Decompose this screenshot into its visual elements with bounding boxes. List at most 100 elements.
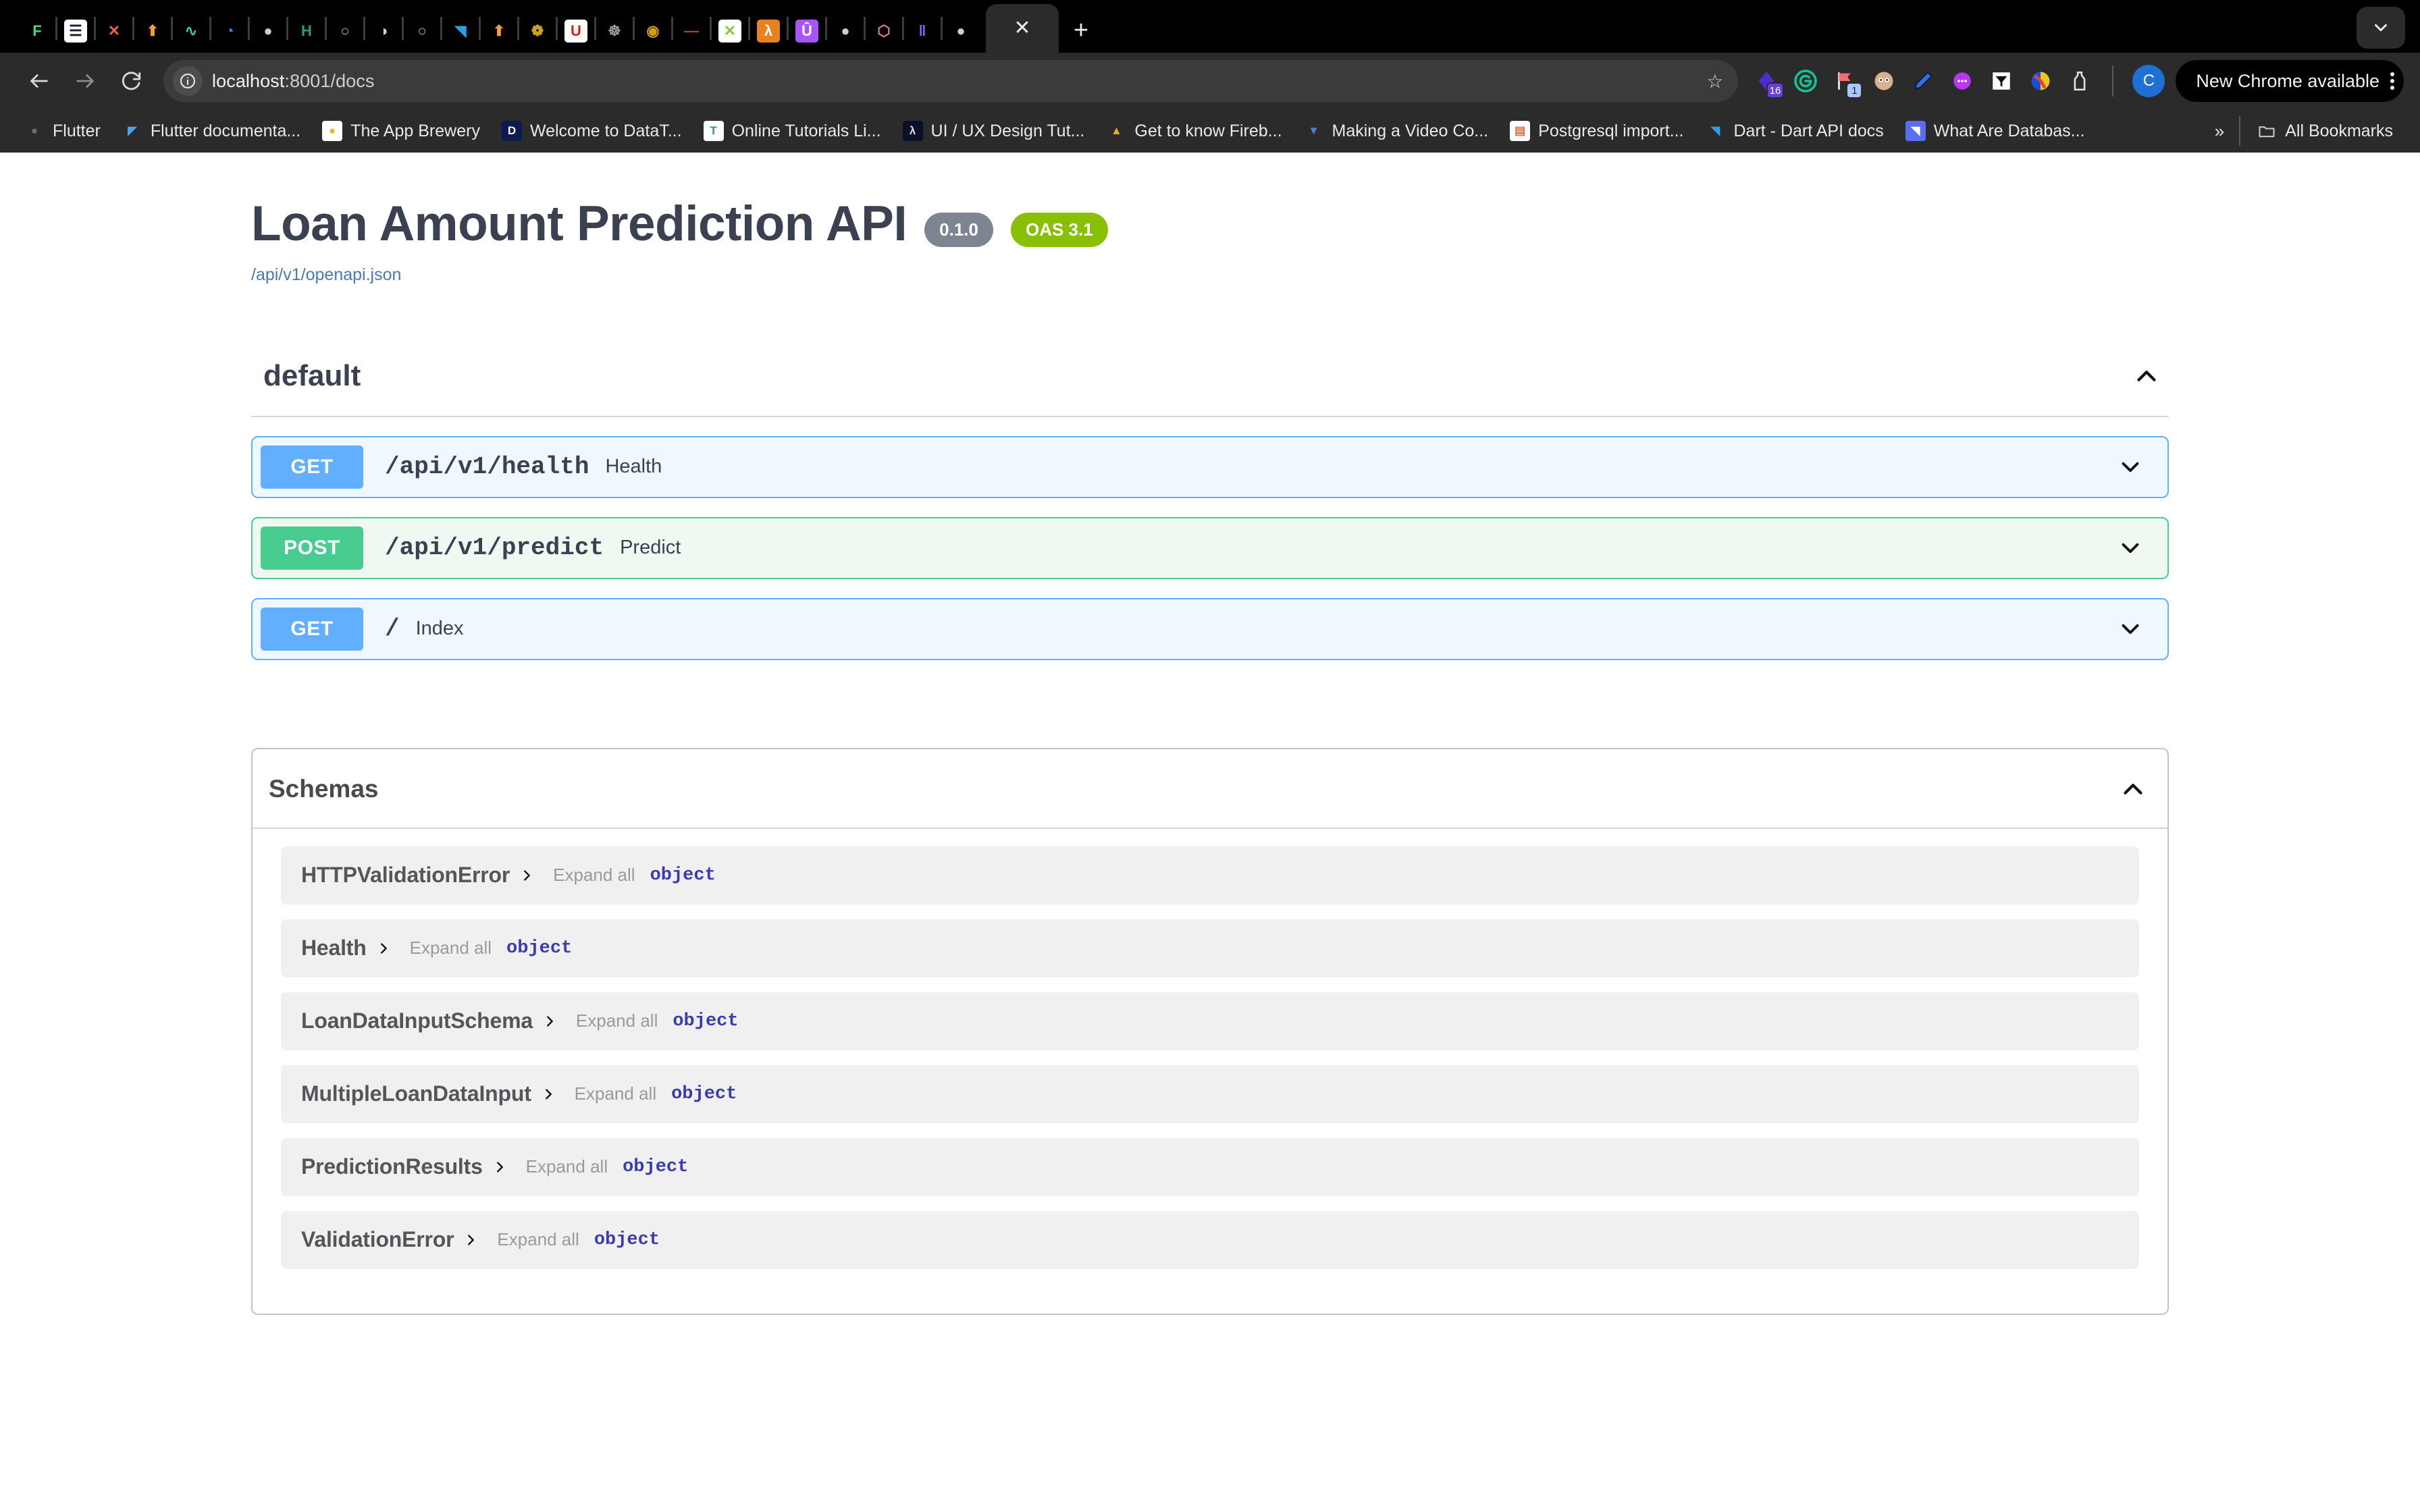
- tab-generic-tab-3[interactable]: ○: [404, 9, 440, 53]
- tag-header[interactable]: default: [251, 359, 2169, 417]
- tab-udi-tab[interactable]: U: [558, 9, 594, 53]
- avatar-extension-icon[interactable]: [1870, 68, 1897, 94]
- tab-emblem-tab[interactable]: ❁: [519, 9, 556, 53]
- purple-u-tab-favicon-icon: Û: [795, 20, 818, 43]
- schema-expand-arrow[interactable]: [541, 1085, 556, 1104]
- tab-github-tab-3[interactable]: ●: [943, 9, 979, 53]
- extension-magenta-icon[interactable]: [1949, 68, 1976, 94]
- schema-row[interactable]: ValidationError Expand all object: [281, 1210, 2139, 1269]
- extension-red-icon[interactable]: 1: [1831, 68, 1863, 99]
- bookmark-item[interactable]: T Online Tutorials Li...: [693, 115, 892, 147]
- bookmark-item[interactable]: ● Flutter: [14, 115, 111, 147]
- cube-tab-favicon-icon: ⬡: [872, 20, 895, 43]
- bookmark-item[interactable]: λ UI / UX Design Tut...: [892, 115, 1096, 147]
- tab-x-tab[interactable]: ✕: [96, 9, 132, 53]
- folder-glyph: [2259, 126, 2275, 138]
- all-bookmarks-button[interactable]: All Bookmarks: [2246, 115, 2404, 147]
- operation-row-get-index[interactable]: GET / Index: [251, 597, 2169, 660]
- tab-red-text-tab[interactable]: —: [673, 9, 710, 53]
- tab-purple-u-tab[interactable]: Û: [789, 9, 825, 53]
- schema-expand-all-link[interactable]: Expand all: [575, 1083, 656, 1104]
- tab-cube-tab[interactable]: ⬡: [866, 9, 902, 53]
- bookmark-item[interactable]: ◥ What Are Databas...: [1895, 115, 2096, 147]
- bookmark-star-icon[interactable]: ☆: [1706, 70, 1723, 92]
- schema-row[interactable]: LoanDataInputSchema Expand all object: [281, 992, 2139, 1050]
- extension-purple-icon[interactable]: 16: [1753, 68, 1785, 99]
- tab-blue-shape-tab[interactable]: ◥: [442, 9, 479, 53]
- schema-expand-arrow[interactable]: [463, 1231, 478, 1249]
- profile-avatar[interactable]: C: [2132, 65, 2165, 97]
- chrome-menu-icon[interactable]: [2390, 72, 2394, 90]
- address-bar[interactable]: localhost:8001/docs ☆: [163, 60, 1739, 102]
- operation-expand-button[interactable]: [2116, 615, 2145, 643]
- emblem-tab-favicon-icon: ❁: [526, 20, 549, 43]
- tab-github-tab[interactable]: ●: [250, 9, 286, 53]
- folder-icon: [2257, 121, 2277, 141]
- schema-expand-arrow[interactable]: [542, 1012, 557, 1031]
- update-chrome-button[interactable]: New Chrome available: [2176, 60, 2404, 102]
- docs-tab-favicon-icon: ☰: [64, 20, 87, 43]
- bookmark-list: ● Flutter ◤ Flutter documenta... ● The App Br…: [14, 115, 2096, 147]
- tab-generic-tab-1[interactable]: ○: [327, 9, 363, 53]
- tab-google-cloud-tab[interactable]: ◔: [211, 9, 248, 53]
- new-tab-button[interactable]: +: [1059, 8, 1103, 53]
- bookmark-item[interactable]: ▤ Postgresql import...: [1499, 115, 1694, 147]
- schema-expand-arrow[interactable]: [492, 1158, 507, 1177]
- extension-colorful-icon[interactable]: [2027, 68, 2054, 94]
- schema-expand-all-link[interactable]: Expand all: [497, 1229, 579, 1250]
- bookmark-item[interactable]: D Welcome to DataT...: [491, 115, 693, 147]
- schema-expand-all-link[interactable]: Expand all: [576, 1010, 658, 1031]
- bookmarks-overflow-button[interactable]: »: [2205, 121, 2234, 142]
- tab-code-tab[interactable]: ‖: [904, 9, 941, 53]
- tab-hi-tab[interactable]: H: [288, 9, 325, 53]
- tab-docs-tab[interactable]: ☰: [57, 9, 94, 53]
- schemas-collapse-button[interactable]: [2118, 774, 2149, 805]
- schema-expand-arrow[interactable]: [519, 866, 534, 885]
- schema-expand-all-link[interactable]: Expand all: [553, 865, 635, 886]
- schema-expand-arrow[interactable]: [376, 939, 391, 958]
- grammarly-icon[interactable]: [1792, 68, 1819, 94]
- tab-seal-tab[interactable]: ☸: [596, 9, 633, 53]
- tab-gold-seal-tab[interactable]: ◉: [635, 9, 671, 53]
- schema-row[interactable]: PredictionResults Expand all object: [281, 1137, 2139, 1196]
- tab-generic-tab-2[interactable]: ◑: [365, 9, 402, 53]
- extension-pen-icon[interactable]: [1910, 68, 1937, 94]
- operation-row-post-predict[interactable]: POST/api/v1/predict Predict: [251, 516, 2169, 579]
- operation-expand-button[interactable]: [2116, 534, 2145, 562]
- tag-section-default: default GET/api/v1/health Health POST/api/…: [251, 359, 2169, 660]
- bookmark-item[interactable]: ▼ Making a Video Co...: [1293, 115, 1500, 147]
- schema-row[interactable]: Health Expand all object: [281, 919, 2139, 977]
- back-button[interactable]: [16, 58, 62, 104]
- schema-row[interactable]: MultipleLoanDataInput Expand all object: [281, 1064, 2139, 1123]
- reload-button[interactable]: [108, 58, 154, 104]
- operation-expand-button[interactable]: [2116, 453, 2145, 481]
- bookmark-item[interactable]: ▲ Get to know Fireb...: [1095, 115, 1292, 147]
- chevron-down-icon: [2122, 624, 2139, 634]
- tab-flutter-tab[interactable]: F: [19, 9, 55, 53]
- tab-search-button[interactable]: [2357, 7, 2405, 49]
- tab-xing-tab[interactable]: ✕: [712, 9, 748, 53]
- extension-outline-icon[interactable]: [2066, 68, 2093, 94]
- schema-row[interactable]: HTTPValidationError Expand all object: [281, 846, 2139, 905]
- tag-collapse-button[interactable]: [2131, 360, 2162, 392]
- site-info-button[interactable]: [173, 66, 203, 96]
- forward-button[interactable]: [62, 58, 108, 104]
- tab-aws-lambda-tab[interactable]: λ: [750, 9, 787, 53]
- active-tab[interactable]: ✕: [986, 4, 1059, 53]
- tab-arrow-tab[interactable]: ⬆: [134, 9, 171, 53]
- operation-row-get-health[interactable]: GET/api/v1/health Health: [251, 435, 2169, 498]
- operation-path: /: [385, 615, 400, 643]
- tab-github-tab-2[interactable]: ●: [827, 9, 864, 53]
- schema-expand-all-link[interactable]: Expand all: [410, 938, 492, 959]
- openapi-spec-link[interactable]: /api/v1/openapi.json: [251, 265, 401, 285]
- tab-orange-arrow-tab[interactable]: ⬆: [481, 9, 517, 53]
- extension-white-icon[interactable]: [1988, 68, 2015, 94]
- bookmark-item[interactable]: ◥ Dart - Dart API docs: [1695, 115, 1895, 147]
- schema-expand-all-link[interactable]: Expand all: [526, 1156, 608, 1177]
- bookmark-item[interactable]: ● The App Brewery: [311, 115, 491, 147]
- bookmark-item[interactable]: ◤ Flutter documenta...: [111, 115, 311, 147]
- close-tab-icon[interactable]: ✕: [1014, 18, 1030, 38]
- oas-badge: OAS 3.1: [1010, 212, 1108, 247]
- schemas-header[interactable]: Schemas: [253, 749, 2167, 829]
- tab-supabase-tab[interactable]: ∿: [173, 9, 209, 53]
